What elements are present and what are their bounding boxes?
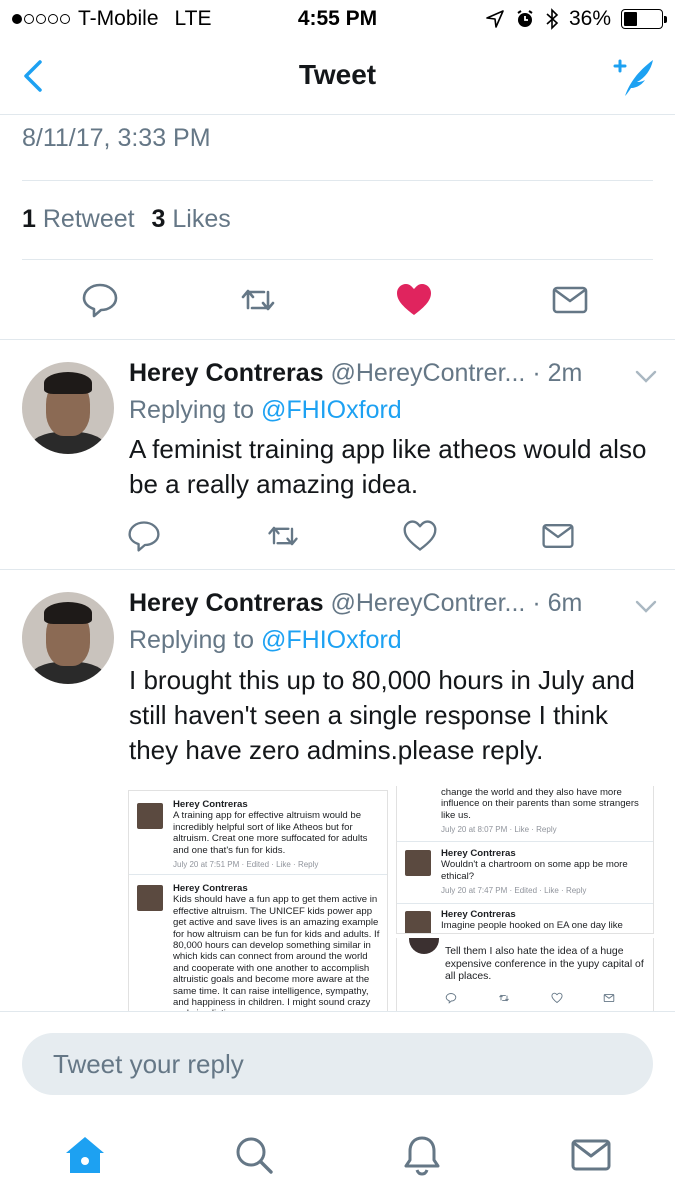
reply-bar: Tweet your reply bbox=[0, 1011, 675, 1115]
replying-to-link[interactable]: @FHIOxford bbox=[261, 626, 402, 654]
author-handle: @HereyContrer... bbox=[330, 589, 526, 617]
replying-to: Replying to @FHIOxford bbox=[129, 626, 402, 655]
author-handle: @HereyContrer... bbox=[330, 359, 526, 387]
retweet-icon[interactable] bbox=[265, 518, 301, 554]
retweet-count: 1 bbox=[22, 205, 36, 233]
status-right: 36% bbox=[485, 7, 667, 31]
tab-bar bbox=[0, 1115, 675, 1200]
screenshot-right-top: change the world and they also have more… bbox=[396, 786, 654, 934]
tweet-text: I brought this up to 80,000 hours in Jul… bbox=[129, 665, 635, 765]
tweet-author[interactable]: Herey Contreras @HereyContrer... · 2m bbox=[129, 359, 582, 388]
comment-text: Tell them I also hate the idea of a huge… bbox=[445, 946, 644, 983]
page-title: Tweet bbox=[298, 59, 377, 90]
chevron-down-icon[interactable] bbox=[635, 600, 657, 614]
like-icon[interactable] bbox=[402, 518, 438, 554]
tweet-author[interactable]: Herey Contreras @HereyContrer... · 6m bbox=[129, 589, 582, 618]
comment-entry: Herey Contreras A training app for effec… bbox=[137, 797, 381, 877]
attached-screenshot[interactable]: Herey Contreras A training app for effec… bbox=[128, 786, 654, 1011]
reply-icon[interactable] bbox=[80, 280, 120, 320]
home-icon[interactable] bbox=[63, 1133, 107, 1177]
battery-percent: 36% bbox=[568, 7, 611, 30]
retweet-icon[interactable] bbox=[238, 280, 278, 320]
comment-entry: Herey Contreras Wouldn't a chartroom on … bbox=[405, 848, 647, 900]
status-bar: T-Mobile LTE 4:55 PM 36% bbox=[0, 0, 675, 38]
comment-meta: July 20 at 7:51 PM · Edited · Like · Rep… bbox=[173, 860, 319, 870]
messages-icon[interactable] bbox=[569, 1133, 613, 1177]
avatar[interactable] bbox=[22, 592, 114, 684]
like-stat[interactable]: 3 Likes bbox=[152, 205, 231, 233]
tweet-actions bbox=[0, 270, 675, 330]
avatar bbox=[409, 938, 439, 954]
divider bbox=[129, 874, 387, 875]
comment-text: Kids should have a fun app to get them a… bbox=[173, 894, 380, 1011]
comment-text: Imagine people hooked on EA one day like bbox=[441, 920, 623, 932]
comment-author: Herey Contreras bbox=[441, 909, 516, 920]
reply-tweet[interactable]: Herey Contreras @HereyContrer... · 2m Re… bbox=[0, 340, 675, 569]
comment-author: Herey Contreras bbox=[173, 883, 248, 894]
message-icon[interactable] bbox=[550, 280, 590, 320]
tweet-timestamp: 8/11/17, 3:33 PM bbox=[22, 124, 211, 152]
replying-prefix: Replying to bbox=[129, 396, 255, 424]
like-count: 3 bbox=[151, 205, 166, 233]
tweet-age: · 2m bbox=[532, 359, 583, 387]
comment-entry: change the world and they also have more… bbox=[405, 786, 647, 834]
comment-meta: July 20 at 8:07 PM · Like · Reply bbox=[441, 825, 557, 835]
retweet-label: Retweet bbox=[42, 205, 135, 233]
avatar bbox=[405, 911, 431, 933]
tweet-reply-input[interactable]: Tweet your reply bbox=[22, 1033, 653, 1095]
comment-text: change the world and they also have more… bbox=[441, 787, 639, 821]
comment-entry: Herey Contreras Kids should have a fun a… bbox=[137, 881, 381, 1011]
retweet-icon bbox=[499, 994, 509, 1002]
divider bbox=[397, 841, 653, 842]
author-name: Herey Contreras bbox=[129, 359, 324, 387]
tweet-age: · 6m bbox=[532, 589, 583, 617]
comment-text: Wouldn't a chartroom on some app be more… bbox=[441, 859, 628, 882]
avatar[interactable] bbox=[22, 362, 114, 454]
battery-icon bbox=[621, 9, 667, 29]
notifications-icon[interactable] bbox=[400, 1133, 444, 1177]
comment-author: Herey Contreras bbox=[173, 799, 248, 810]
bluetooth-icon bbox=[546, 8, 559, 30]
reply-icon[interactable] bbox=[126, 518, 162, 554]
avatar bbox=[137, 803, 163, 829]
screenshot-right-bottom: Tell them I also hate the idea of a huge… bbox=[396, 938, 654, 1011]
comment-meta: July 20 at 7:47 PM · Edited · Like · Rep… bbox=[441, 886, 587, 896]
compose-tweet-icon[interactable] bbox=[611, 54, 657, 100]
replying-to: Replying to @FHIOxford bbox=[129, 396, 402, 425]
retweet-stat[interactable]: 1 Retweet bbox=[22, 205, 135, 233]
reply-icon bbox=[445, 993, 457, 1004]
search-icon[interactable] bbox=[232, 1133, 276, 1177]
avatar bbox=[137, 885, 163, 911]
like-icon[interactable] bbox=[394, 280, 434, 320]
message-icon[interactable] bbox=[540, 518, 576, 554]
location-arrow-icon bbox=[486, 10, 504, 28]
replying-to-link[interactable]: @FHIOxford bbox=[261, 396, 402, 424]
chevron-down-icon[interactable] bbox=[635, 370, 657, 384]
tweet-stats: 1 Retweet 3 Likes bbox=[22, 205, 231, 234]
avatar bbox=[405, 850, 431, 876]
screenshot-left: Herey Contreras A training app for effec… bbox=[128, 790, 388, 1011]
comment-author: Herey Contreras bbox=[441, 848, 516, 859]
divider bbox=[22, 259, 653, 260]
author-name: Herey Contreras bbox=[129, 589, 324, 617]
tweet-text: A feminist training app like atheos woul… bbox=[129, 434, 647, 499]
divider bbox=[397, 903, 653, 904]
message-icon bbox=[603, 993, 615, 1003]
comment-entry: Herey Contreras Imagine people hooked on… bbox=[405, 909, 647, 933]
like-label: Likes bbox=[172, 205, 231, 233]
replying-prefix: Replying to bbox=[129, 626, 255, 654]
comment-text: A training app for effective altruism wo… bbox=[173, 810, 368, 856]
nav-bar: Tweet bbox=[0, 38, 675, 115]
alarm-clock-icon bbox=[517, 10, 533, 27]
like-icon bbox=[551, 992, 563, 1004]
divider bbox=[22, 180, 653, 181]
